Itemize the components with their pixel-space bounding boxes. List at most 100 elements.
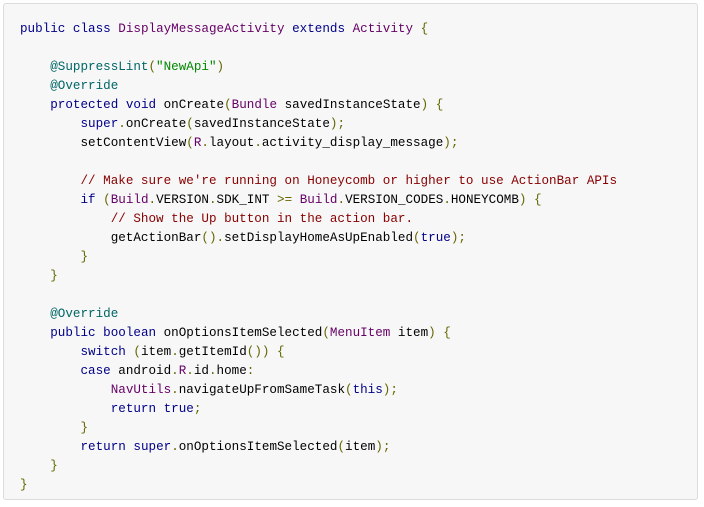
code-text: onCreate (125, 117, 187, 131)
code-text: setContentView (20, 136, 187, 150)
code-keyword: if (80, 193, 96, 207)
code-keyword: class (72, 22, 111, 36)
code-punctuation: ( (413, 231, 421, 245)
code-keyword: boolean (103, 326, 157, 340)
code-line: // Make sure we're running on Honeycomb … (20, 172, 617, 191)
code-annotation: @Override (50, 79, 119, 93)
code-comment: // Make sure we're running on Honeycomb … (80, 174, 618, 188)
code-line: protected void onCreate(Bundle savedInst… (20, 96, 617, 115)
code-punctuation: . (443, 193, 451, 207)
code-punctuation: . (171, 383, 179, 397)
code-punctuation: . (171, 440, 179, 454)
code-punctuation: ( (337, 440, 346, 454)
code-line: setContentView(R.layout.activity_display… (20, 134, 617, 153)
code-punctuation: ); (382, 383, 398, 397)
code-text: layout (208, 136, 255, 150)
code-text: item (390, 326, 429, 340)
code-punctuation: { (443, 326, 451, 340)
code-line: } (20, 476, 617, 495)
code-line: } (20, 419, 617, 438)
code-punctuation: . (171, 345, 179, 359)
code-annotation: @SuppressLint (50, 60, 149, 74)
code-punctuation: { (435, 98, 444, 112)
code-punctuation: { (420, 22, 429, 36)
code-punctuation: . (148, 193, 157, 207)
code-punctuation: } (50, 269, 58, 283)
code-punctuation: { (534, 193, 542, 207)
code-keyword: return (80, 440, 126, 454)
code-line: // Show the Up button in the action bar. (20, 210, 617, 229)
code-type-name: Build (299, 193, 338, 207)
code-keyword: extends (292, 22, 346, 36)
code-punctuation: ; (193, 402, 202, 416)
code-punctuation: ); (329, 117, 346, 131)
code-punctuation: ); (443, 136, 459, 150)
code-punctuation: } (20, 478, 28, 492)
code-punctuation: . (201, 136, 209, 150)
code-line: @SuppressLint("NewApi") (20, 58, 617, 77)
code-punctuation: . (254, 136, 262, 150)
code-keyword: return (110, 402, 157, 416)
code-punctuation: ( (322, 326, 330, 340)
code-type-name: Bundle (231, 98, 278, 112)
code-type-name: Activity (352, 22, 414, 36)
code-punctuation: } (80, 250, 89, 264)
code-punctuation: { (277, 345, 285, 359)
code-text: VERSION (156, 193, 209, 207)
code-text: onOptionsItemSelected (156, 326, 323, 340)
code-keyword: true (163, 402, 194, 416)
code-punctuation: >= (277, 193, 293, 207)
code-keyword: super (80, 117, 119, 131)
code-punctuation: ) (428, 326, 436, 340)
code-text: id (193, 364, 209, 378)
code-keyword: void (125, 98, 157, 112)
code-line: super.onCreate(savedInstanceState); (20, 115, 617, 134)
code-keyword: public (20, 22, 66, 36)
code-listing: public class DisplayMessageActivity exte… (20, 20, 617, 495)
code-text: home (216, 364, 247, 378)
code-line: } (20, 248, 617, 267)
code-text: activity_display_message (261, 136, 444, 150)
code-text: getItemId (178, 345, 247, 359)
code-line: NavUtils.navigateUpFromSameTask(this); (20, 381, 617, 400)
code-line: switch (item.getItemId()) { (20, 343, 617, 362)
code-punctuation: ( (133, 345, 141, 359)
code-type-name: MenuItem (329, 326, 391, 340)
code-text: VERSION_CODES (345, 193, 444, 207)
code-block: public class DisplayMessageActivity exte… (3, 3, 698, 500)
code-line: public boolean onOptionsItemSelected(Men… (20, 324, 617, 343)
code-text: getActionBar (20, 231, 202, 245)
code-line: } (20, 457, 617, 476)
code-text: savedInstanceState (193, 117, 330, 131)
code-punctuation: . (337, 193, 346, 207)
code-keyword: true (420, 231, 451, 245)
code-text: onCreate (156, 98, 225, 112)
code-line: } (20, 267, 617, 286)
code-punctuation: . (208, 193, 217, 207)
code-punctuation: ) (216, 60, 225, 74)
code-line: public class DisplayMessageActivity exte… (20, 20, 617, 39)
code-punctuation: ); (450, 231, 466, 245)
code-keyword: this (352, 383, 383, 397)
code-text: onOptionsItemSelected (178, 440, 338, 454)
